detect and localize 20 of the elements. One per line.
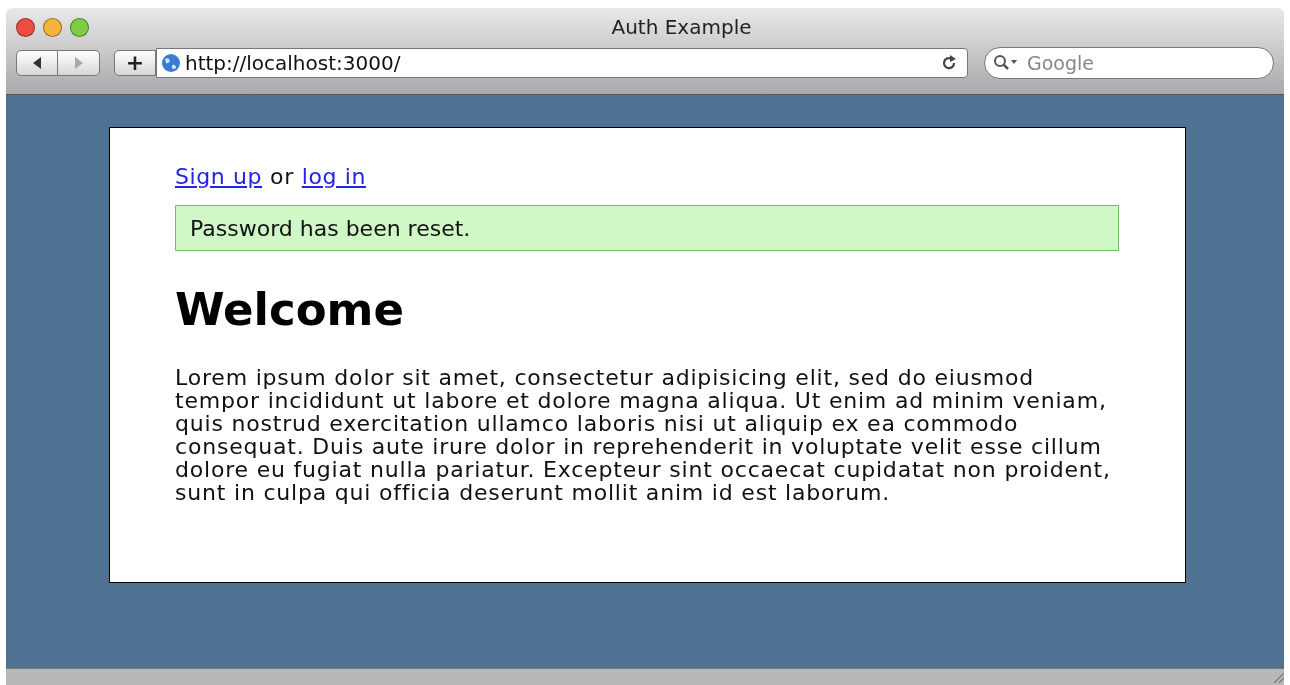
right-triangle-icon <box>73 56 84 70</box>
address-field[interactable]: http://localhost:3000/ <box>156 48 968 78</box>
lorem-paragraph: Lorem ipsum dolor sit amet, consectetur adipisicing elit, sed do eiusmod tempor incididunt ut labore et dolore magna aliqua. Ut enim ad minim veniam, quis nostrud exercitation ullamco laboris nisi ut aliquip ex ea commodo consequat. Duis aute irure dolor in reprehenderit in voluptate velit esse cillum dolore eu fugiat nulla pariatur. Excepteur sint occaecat cupidatat non proident, sunt in culpa qui officia deserunt mollit anim id est laborum. <box>175 366 1112 504</box>
log-in-link[interactable]: log in <box>301 160 366 193</box>
search-field[interactable]: Google <box>984 47 1274 79</box>
left-triangle-icon <box>32 56 42 70</box>
back-button[interactable] <box>16 50 58 76</box>
welcome-heading: Welcome <box>175 287 405 332</box>
add-bookmark-button[interactable]: + <box>114 50 156 76</box>
zoom-button[interactable] <box>70 17 89 37</box>
window-title: Auth Example <box>611 14 752 41</box>
sign-up-link[interactable]: Sign up <box>175 160 263 193</box>
url-text: http://localhost:3000/ <box>185 50 402 77</box>
search-icon <box>993 54 1019 72</box>
reload-icon[interactable] <box>941 55 957 71</box>
flash-notice: Password has been reset. <box>175 205 1119 251</box>
minimize-button[interactable] <box>43 17 62 37</box>
close-button[interactable] <box>16 17 35 37</box>
globe-icon <box>161 53 181 73</box>
separator-text: or <box>270 163 294 191</box>
